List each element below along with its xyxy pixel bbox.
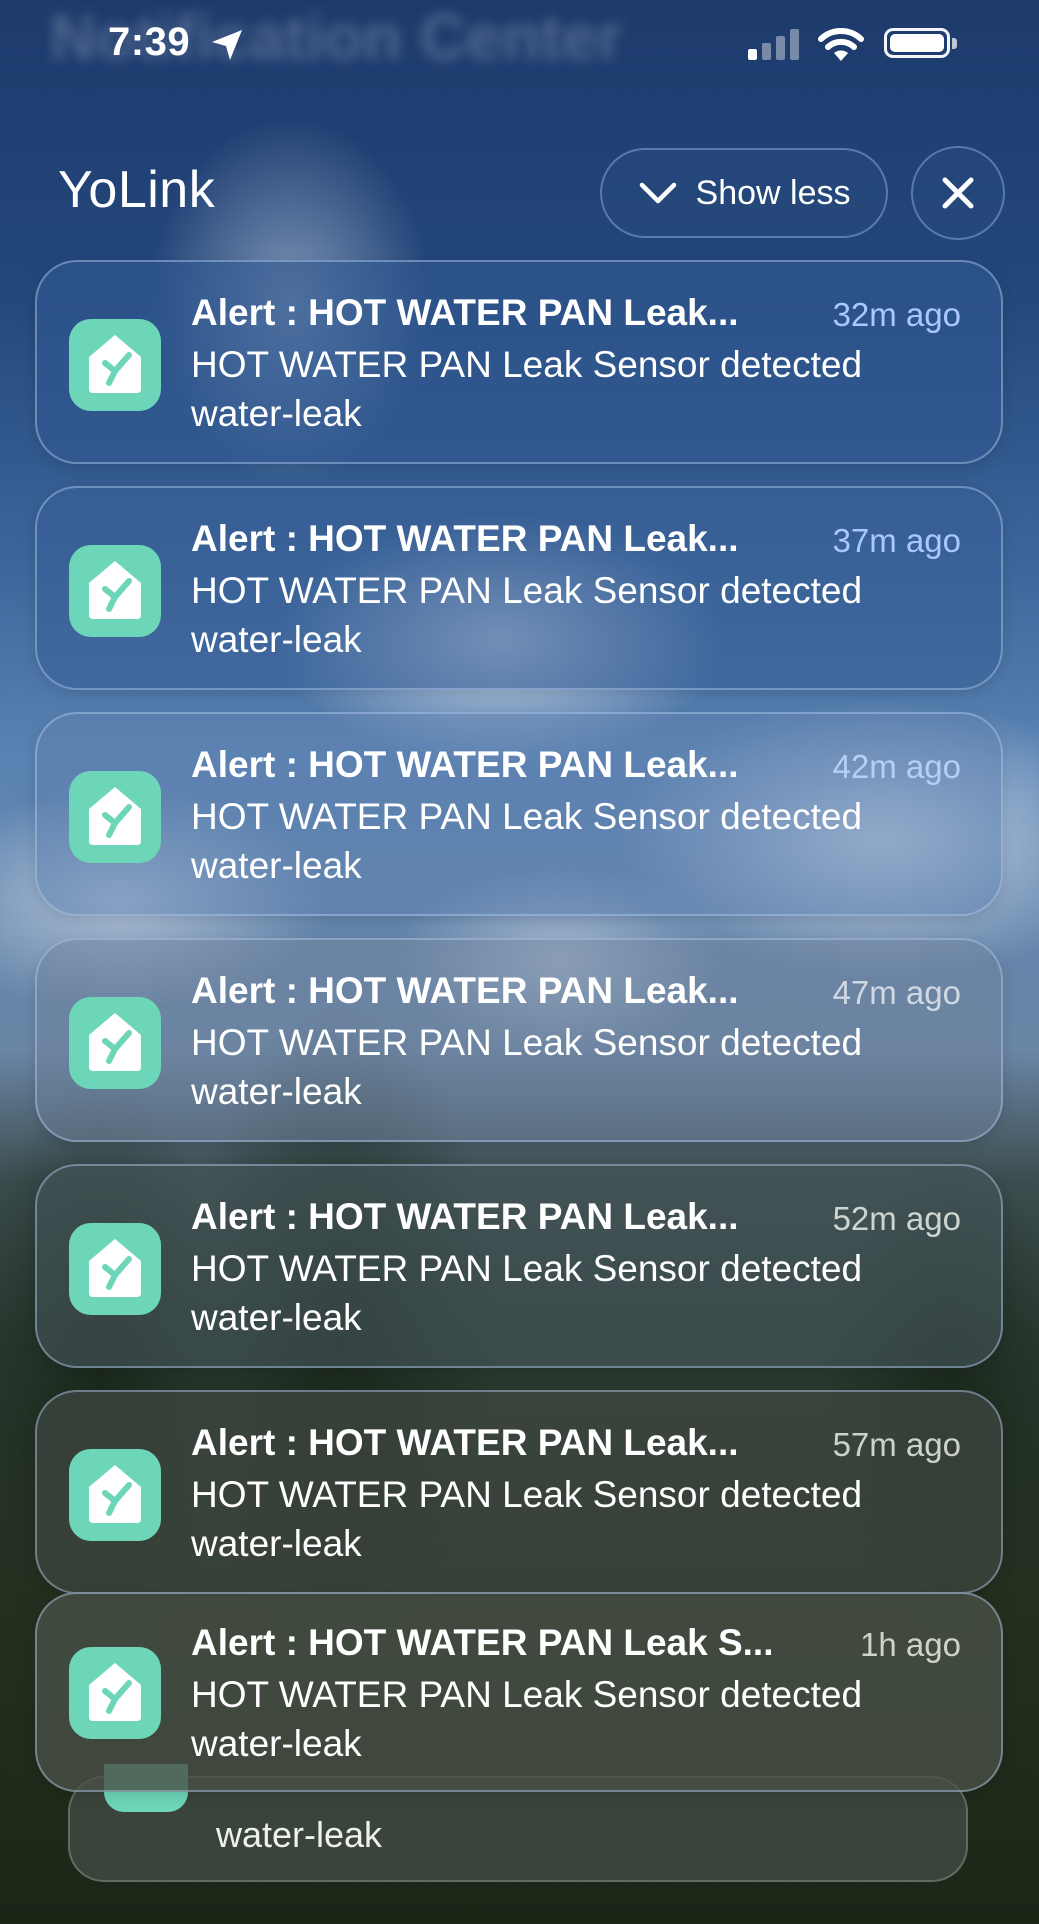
notification-time: 42m ago [832,748,961,785]
show-less-button[interactable]: Show less [600,148,888,238]
location-arrow-icon [212,30,242,60]
notification-body: HOT WATER PAN Leak Sensor detected water… [191,796,863,886]
yolink-app-icon [69,1223,161,1315]
notification-time: 1h ago [860,1626,961,1663]
notification-title: Alert : HOT WATER PAN Leak S... [191,1622,774,1663]
notification-body: HOT WATER PAN Leak Sensor detected water… [191,570,863,660]
clear-group-button[interactable] [911,146,1005,240]
notification-card[interactable]: Alert : HOT WATER PAN Leak... 47m ago HO… [35,938,1003,1142]
notification-body: HOT WATER PAN Leak Sensor detected water… [191,1674,863,1764]
notification-card[interactable]: Alert : HOT WATER PAN Leak... 57m ago HO… [35,1390,1003,1594]
yolink-app-icon [69,771,161,863]
notification-time: 52m ago [832,1200,961,1237]
notification-time: 37m ago [832,522,961,559]
notification-card[interactable]: Alert : HOT WATER PAN Leak... 37m ago HO… [35,486,1003,690]
notification-card[interactable]: Alert : HOT WATER PAN Leak... 32m ago HO… [35,260,1003,464]
notification-card[interactable]: Alert : HOT WATER PAN Leak... 52m ago HO… [35,1164,1003,1368]
yolink-app-icon [69,319,161,411]
cellular-signal-icon [748,28,802,60]
status-time: 7:39 [108,20,191,64]
yolink-app-icon [69,997,161,1089]
notification-title: Alert : HOT WATER PAN Leak... [191,744,739,785]
yolink-app-icon [69,545,161,637]
notification-time: 47m ago [832,974,961,1011]
notification-time: 32m ago [832,296,961,333]
notification-title: Alert : HOT WATER PAN Leak... [191,1422,739,1463]
notification-time: 57m ago [832,1426,961,1463]
notification-title: Alert : HOT WATER PAN Leak... [191,1196,739,1237]
notification-title: Alert : HOT WATER PAN Leak... [191,970,739,1011]
notification-body: water-leak [216,1814,383,1855]
app-group-title: YoLink [58,161,216,219]
battery-icon [884,28,950,58]
notification-body: HOT WATER PAN Leak Sensor detected water… [191,1022,863,1112]
notification-card[interactable]: Alert : HOT WATER PAN Leak... 42m ago HO… [35,712,1003,916]
notification-title: Alert : HOT WATER PAN Leak... [191,292,739,333]
battery-tip [952,38,957,49]
yolink-app-icon [69,1449,161,1541]
notification-body: HOT WATER PAN Leak Sensor detected water… [191,1248,863,1338]
notification-card[interactable]: Alert : HOT WATER PAN Leak S... 1h ago H… [35,1592,1003,1792]
notification-body: HOT WATER PAN Leak Sensor detected water… [191,344,863,434]
chevron-down-icon [639,182,676,204]
wifi-icon [818,28,864,61]
notification-body: HOT WATER PAN Leak Sensor detected water… [191,1474,863,1564]
show-less-label: Show less [695,173,851,212]
yolink-app-icon [69,1647,161,1739]
close-icon [942,177,974,209]
notification-title: Alert : HOT WATER PAN Leak... [191,518,739,559]
